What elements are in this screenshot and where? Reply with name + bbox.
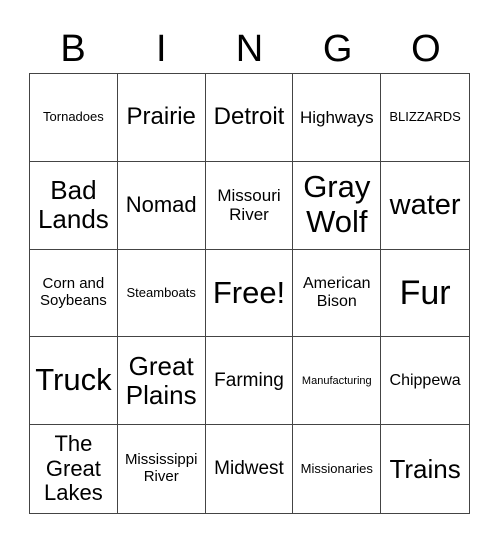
bingo-cell[interactable]: Bad Lands	[30, 161, 118, 250]
bingo-cell[interactable]: Farming	[205, 337, 294, 426]
bingo-cell[interactable]: American Bison	[293, 249, 382, 338]
bingo-cell[interactable]: water	[381, 162, 469, 250]
bingo-cell[interactable]: Great Plains	[117, 337, 206, 426]
bingo-cell[interactable]: Truck	[30, 337, 118, 426]
bingo-cell[interactable]: Highways	[293, 74, 382, 162]
bingo-cell[interactable]: Detroit	[205, 74, 294, 162]
header-letter-g: G	[322, 28, 353, 70]
bingo-cell[interactable]: Prairie	[117, 74, 206, 162]
header-letter-n: N	[235, 28, 264, 70]
bingo-cell[interactable]: Steamboats	[117, 249, 206, 338]
bingo-cell[interactable]: Gray Wolf	[293, 161, 382, 250]
bingo-cell[interactable]: Trains	[381, 425, 469, 513]
bingo-grid: Tornadoes Prairie Detroit Highways BLIZZ…	[29, 73, 470, 514]
header-letter-i: I	[156, 28, 167, 70]
bingo-cell[interactable]: Manufacturing	[293, 337, 382, 426]
bingo-cell[interactable]: BLIZZARDS	[381, 74, 469, 162]
bingo-cell[interactable]: Chippewa	[381, 337, 469, 426]
bingo-cell[interactable]: Nomad	[117, 161, 206, 250]
free-space-cell[interactable]: Free!	[205, 249, 294, 338]
bingo-cell[interactable]: Midwest	[206, 425, 294, 513]
bingo-cell[interactable]: Tornadoes	[30, 74, 118, 162]
bingo-cell[interactable]: Missionaries	[293, 425, 382, 513]
bingo-cell[interactable]: Fur	[381, 250, 469, 338]
bingo-cell[interactable]: The Great Lakes	[30, 425, 118, 513]
header-letter-b: B	[60, 28, 86, 70]
bingo-cell[interactable]: Mississippi River	[118, 425, 206, 513]
bingo-cell[interactable]: Corn and Soybeans	[30, 249, 118, 338]
bingo-header: B I N G O	[29, 26, 470, 72]
bingo-cell[interactable]: Missouri River	[205, 161, 294, 250]
header-letter-o: O	[411, 28, 441, 70]
